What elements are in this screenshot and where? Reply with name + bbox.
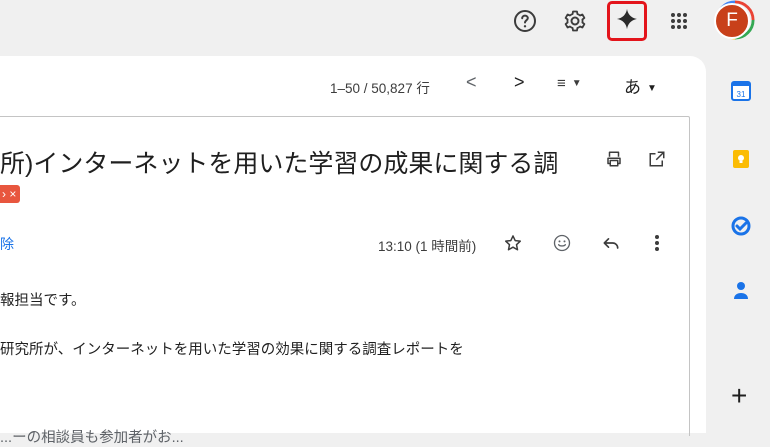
message-subject: 所)インターネットを用いた学習の成果に関する調 (0, 150, 559, 178)
calendar-day: 31 (737, 90, 746, 99)
main-card: 1–50 / 50,827 行 < > ≡ ▼ あ ▼ 所)インターネットを用いた学… (0, 56, 706, 446)
body-line: ...ーの相談員も参加者がお... (0, 430, 184, 446)
input-tools-button[interactable]: あ ▼ (624, 73, 657, 98)
calendar-icon[interactable]: 31 (730, 80, 752, 102)
side-panel: 31 (706, 56, 770, 433)
keep-icon[interactable] (730, 148, 752, 170)
split-pane-toggle[interactable]: ≡ ▼ (557, 75, 582, 92)
gear-icon[interactable] (558, 4, 592, 38)
print-icon[interactable] (605, 150, 623, 173)
message-pane: 所)インターネットを用いた学習の成果に関する調 › × 除 13:10 (1 時… (0, 116, 690, 446)
help-icon[interactable] (508, 4, 542, 38)
older-button[interactable]: < (466, 72, 477, 93)
emoji-reaction-icon[interactable] (549, 230, 575, 256)
reply-icon[interactable] (598, 230, 624, 256)
unsubscribe-link[interactable]: 除 (0, 234, 14, 254)
avatar[interactable]: F (714, 3, 750, 39)
star-icon[interactable] (500, 230, 526, 256)
tasks-icon[interactable] (730, 215, 752, 237)
more-options-icon[interactable] (644, 230, 670, 256)
message-time: 13:10 (1 時間前) (378, 239, 477, 254)
apps-grid-icon[interactable] (662, 4, 696, 38)
label-chip[interactable]: › × (0, 185, 21, 203)
input-tools-label: あ (624, 78, 641, 97)
add-addon-button[interactable]: + (731, 382, 747, 410)
top-bar: F (0, 0, 770, 56)
newer-button[interactable]: > (514, 72, 525, 93)
split-pane-icon: ≡ (557, 75, 566, 92)
open-in-new-window-icon[interactable] (648, 150, 666, 173)
contacts-icon[interactable] (730, 279, 752, 301)
gemini-sparkle-icon (616, 8, 638, 35)
pager-count: 1–50 / 50,827 行 (330, 81, 430, 96)
body-line: 報担当です。 (0, 293, 86, 309)
gemini-button[interactable] (607, 1, 647, 41)
body-line: 研究所が、インターネットを用いた学習の効果に関する調査レポートを (0, 342, 464, 358)
